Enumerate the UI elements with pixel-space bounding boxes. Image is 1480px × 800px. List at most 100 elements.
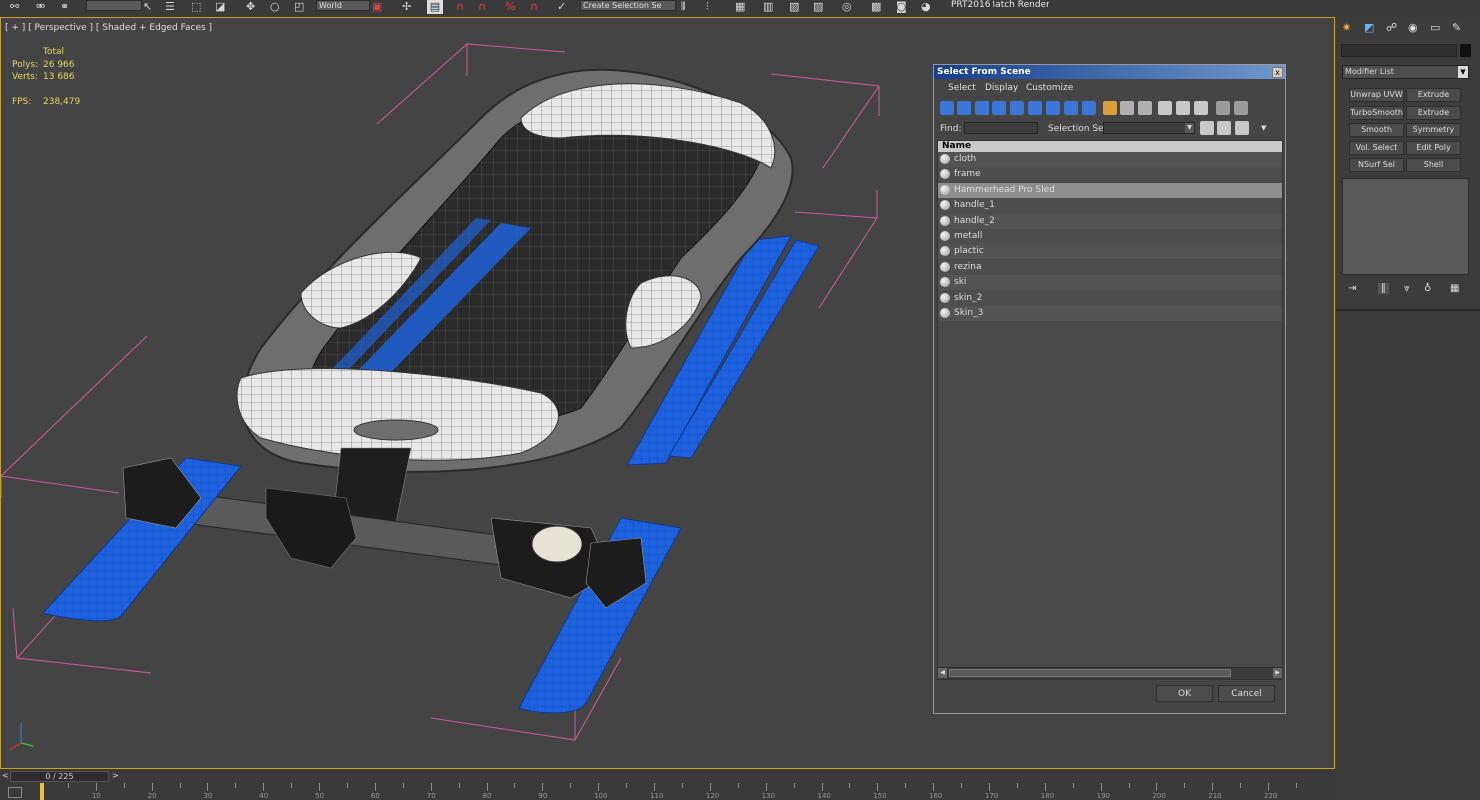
rendered-frame-icon[interactable]: ◙ [896,0,907,14]
list-item[interactable]: Hammerhead Pro Sled [938,182,1282,198]
select-none-icon[interactable] [1176,101,1190,115]
filter-icon[interactable] [1216,101,1230,115]
next-frame-icon[interactable]: > [112,771,119,780]
list-item[interactable]: plactic [938,244,1282,260]
create-tab-icon[interactable]: ✷ [1342,21,1356,35]
move-icon[interactable]: ✥ [246,0,255,14]
modifier-button[interactable]: Edit Poly [1406,140,1461,155]
hierarchy-tab-icon[interactable]: ☍ [1386,21,1400,35]
list-item[interactable]: handle_1 [938,198,1282,214]
scene-object-list[interactable]: Name cloth frame Hammerhead Pro Sled handle… [937,140,1283,680]
schematic-view-icon[interactable]: ▨ [813,0,823,14]
object-color-swatch[interactable] [1460,44,1471,57]
list-item[interactable]: ski [938,275,1282,291]
percent-snap-icon[interactable]: % [505,0,515,14]
filter-geometry-icon[interactable] [940,101,954,115]
remove-modifier-icon[interactable]: ♁ [1424,283,1431,294]
filter-xrefs-icon[interactable] [1064,101,1078,115]
configure-sets-icon[interactable]: ▦ [1450,283,1459,294]
modifier-list-dropdown[interactable]: Modifier List ▼ [1342,65,1469,79]
selection-filter-dropdown[interactable] [86,0,142,11]
filter-spacewarps-icon[interactable] [1028,101,1042,115]
menu-select[interactable]: Select [948,83,976,93]
spell-check-icon[interactable]: ✓ [557,0,566,14]
select-from-scene-dialog[interactable]: Select From Scene x Select Display Custo… [933,64,1286,714]
angle-snap-icon[interactable]: ∩ [478,0,486,14]
spinner-snap-icon[interactable]: ∩ [530,0,538,14]
remove-from-set-icon[interactable] [1235,121,1249,135]
pivot-icon[interactable]: ▣ [372,0,382,14]
rect-selection-icon[interactable]: ⬚ [191,0,201,14]
snap-icon[interactable]: ∩ [456,0,464,14]
modifier-button[interactable]: Unwrap UVW [1349,88,1404,102]
modifier-button[interactable]: NSurf Sel [1349,158,1404,172]
display-invert-icon[interactable] [1138,101,1152,115]
column-name-header[interactable]: Name [938,141,1282,152]
list-item[interactable]: frame [938,167,1282,183]
scale-icon[interactable]: ◰ [294,0,304,14]
modifier-stack[interactable] [1342,178,1469,275]
named-selection-sets[interactable]: Create Selection Se [580,0,676,11]
unlink-icon[interactable]: ⚮ [36,0,45,14]
batch-render-button[interactable]: Batch Render... [993,0,1049,10]
selection-set-dropdown[interactable]: ▼ [1103,122,1195,134]
horizontal-scrollbar[interactable]: ◀ ▶ [938,667,1282,679]
display-none-icon[interactable] [1120,101,1134,115]
list-item[interactable]: handle_2 [938,213,1282,229]
utilities-tab-icon[interactable]: ✎ [1452,21,1466,35]
list-item[interactable]: Skin_3 [938,306,1282,321]
rotate-icon[interactable]: ○ [270,0,280,14]
scroll-right-icon[interactable]: ▶ [1273,668,1282,678]
list-item[interactable]: metall [938,229,1282,244]
menu-display[interactable]: Display [985,83,1018,93]
modifier-button[interactable]: Extrude [1406,105,1461,120]
hierarchy-icon[interactable] [1234,101,1248,115]
modifier-button[interactable]: Smooth [1349,123,1404,137]
ok-button[interactable]: OK [1156,685,1213,702]
curve-editor-icon[interactable]: ▧ [789,0,799,14]
filter-helpers-icon[interactable] [1010,101,1024,115]
modifier-button[interactable]: Extrude [1406,88,1461,102]
create-set-icon[interactable] [1200,121,1214,135]
prt-button[interactable]: PRT2016 [951,0,990,10]
current-frame-marker[interactable] [40,783,44,800]
close-icon[interactable]: x [1272,67,1283,78]
time-slider[interactable]: 0 / 225 [10,771,109,782]
display-tab-icon[interactable]: ▭ [1430,21,1444,35]
filter-lights-icon[interactable] [975,101,989,115]
track-bar-ruler[interactable]: 0102030405060708090100110120130140150160… [12,783,1312,800]
modifier-button[interactable]: Shell [1406,158,1461,172]
filter-bones-icon[interactable] [1082,101,1096,115]
make-unique-icon[interactable]: ⩔ [1404,283,1410,294]
dialog-title[interactable]: Select From Scene [934,65,1285,79]
align-icon[interactable]: ⫶ [706,0,709,14]
scroll-left-icon[interactable]: ◀ [938,668,947,678]
list-item[interactable]: skin_2 [938,290,1282,306]
filter-shapes-icon[interactable] [957,101,971,115]
filter-groups-icon[interactable] [1046,101,1060,115]
mirror-icon[interactable]: ⫴ [681,0,686,14]
find-input[interactable] [964,122,1038,134]
keyboard-shortcut-icon[interactable]: ▤ [427,0,443,14]
list-item[interactable]: rezina [938,259,1282,275]
reference-coord-dropdown[interactable]: World [316,0,370,11]
list-item[interactable]: cloth [938,152,1282,167]
modifier-button[interactable]: Symmetry [1406,123,1461,137]
select-invert-icon[interactable] [1194,101,1208,115]
render-icon[interactable]: ◕ [921,0,931,14]
scroll-thumb[interactable] [949,669,1231,677]
bind-spacewarp-icon[interactable]: ⚭ [60,0,69,14]
pin-stack-icon[interactable]: ⇥ [1348,283,1356,294]
material-editor-icon[interactable]: ◎ [842,0,852,14]
window-crossing-icon[interactable]: ◪ [215,0,225,14]
select-manipulate-icon[interactable]: ✢ [402,0,411,14]
cancel-button[interactable]: Cancel [1218,685,1275,702]
graphite-icon[interactable]: ▥ [763,0,773,14]
modify-tab-icon[interactable]: ◩ [1364,21,1378,35]
modifier-button[interactable]: Vol. Select [1349,140,1404,155]
select-all-icon[interactable] [1158,101,1172,115]
add-to-set-icon[interactable] [1217,121,1231,135]
modifier-button[interactable]: TurboSmooth [1349,105,1404,120]
layer-manager-icon[interactable]: ▦ [735,0,745,14]
show-end-result-icon[interactable]: ∥ [1378,283,1389,294]
